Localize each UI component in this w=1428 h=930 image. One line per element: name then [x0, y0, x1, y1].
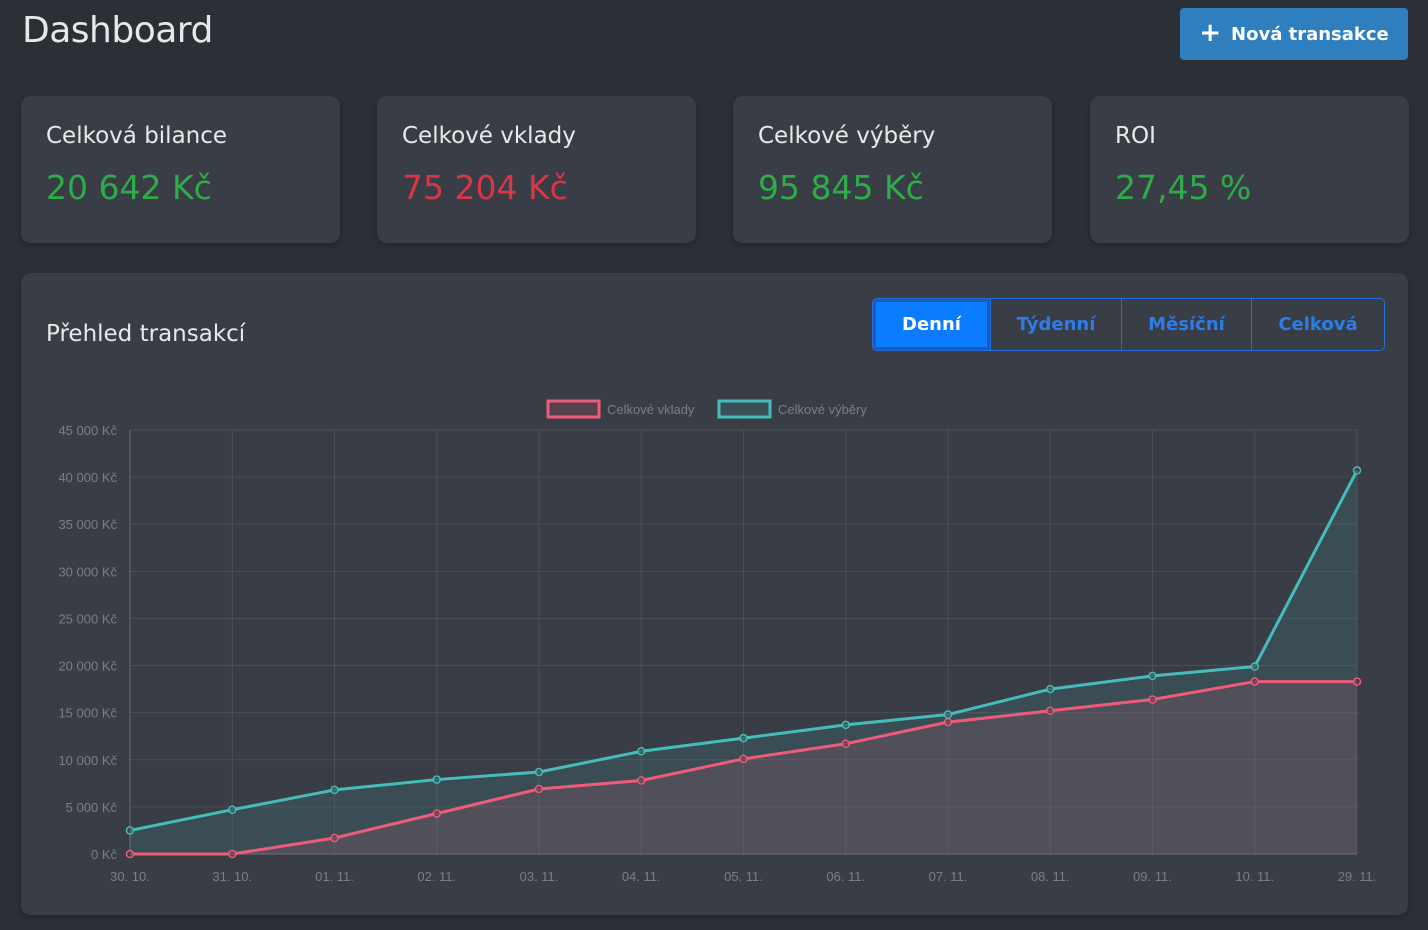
- data-point: [125, 849, 135, 859]
- x-tick-label: 07. 11.: [929, 869, 968, 884]
- legend-label: Celkové vklady: [607, 402, 695, 417]
- data-point: [841, 739, 850, 749]
- x-tick-label: 03. 11.: [520, 869, 559, 884]
- data-point: [534, 767, 544, 777]
- data-point: [534, 784, 544, 794]
- data-point: [1148, 695, 1157, 704]
- x-tick-label: 02. 11.: [417, 869, 456, 884]
- data-point: [637, 747, 646, 756]
- y-tick-label: 15 000 Kč: [58, 706, 117, 721]
- card-value: 75 204 Kč: [402, 168, 568, 207]
- plus-icon: +: [1199, 17, 1222, 48]
- page-title: Dashboard: [22, 10, 213, 51]
- x-tick-label: 29. 11.: [1338, 869, 1377, 884]
- summary-cards: Celková bilance 20 642 Kč Celkové vklady…: [21, 96, 1409, 243]
- x-tick-label: 08. 11.: [1031, 869, 1070, 884]
- x-tick-label: 01. 11.: [315, 869, 354, 884]
- y-tick-label: 40 000 Kč: [58, 470, 117, 485]
- data-point: [1250, 677, 1259, 686]
- new-transaction-button[interactable]: + Nová transakce: [1180, 8, 1408, 60]
- card-label: ROI: [1115, 123, 1156, 149]
- data-point: [330, 833, 339, 843]
- data-point: [432, 775, 441, 784]
- card-roi: ROI 27,45 %: [1090, 96, 1409, 243]
- card-total-deposits: Celkové vklady 75 204 Kč: [377, 96, 696, 243]
- y-tick-label: 30 000 Kč: [58, 564, 117, 579]
- data-point: [1250, 662, 1259, 671]
- data-point: [637, 776, 646, 785]
- data-point: [739, 754, 748, 764]
- card-value: 20 642 Kč: [46, 168, 212, 207]
- card-label: Celkové výběry: [758, 123, 936, 149]
- data-point: [739, 733, 748, 743]
- transactions-panel: Přehled transakcí Denní Týdenní Měsíční …: [21, 273, 1408, 915]
- y-tick-label: 10 000 Kč: [58, 753, 117, 768]
- card-total-balance: Celková bilance 20 642 Kč: [21, 96, 340, 243]
- data-point: [125, 826, 135, 835]
- y-tick-label: 35 000 Kč: [58, 517, 117, 532]
- y-tick-label: 45 000 Kč: [58, 423, 117, 438]
- x-tick-label: 09. 11.: [1133, 869, 1172, 884]
- y-tick-label: 25 000 Kč: [58, 611, 117, 626]
- y-tick-label: 0 Kč: [91, 847, 118, 862]
- x-tick-label: 30. 10.: [110, 869, 150, 884]
- card-value: 95 845 Kč: [758, 168, 924, 207]
- data-point: [228, 849, 237, 859]
- x-tick-label: 04. 11.: [622, 869, 661, 884]
- x-tick-label: 06. 11.: [826, 869, 865, 884]
- data-point: [1352, 677, 1362, 686]
- data-point: [943, 717, 953, 727]
- data-point: [1352, 466, 1362, 475]
- legend-label: Celkové výběry: [778, 402, 867, 417]
- transactions-line-chart: 0 Kč 5 000 Kč 10 000 Kč 15 000 Kč 20 000 Kč 2…: [58, 399, 1377, 884]
- card-label: Celková bilance: [46, 123, 228, 149]
- card-total-withdrawals: Celkové výběry 95 845 Kč: [733, 96, 1052, 243]
- card-label: Celkové vklady: [402, 123, 576, 149]
- new-transaction-label: Nová transakce: [1231, 23, 1389, 45]
- data-point: [943, 710, 953, 719]
- x-tick-label: 10. 11.: [1235, 869, 1274, 884]
- data-point: [1046, 706, 1055, 716]
- y-tick-label: 5 000 Kč: [66, 800, 118, 815]
- data-point: [330, 785, 339, 795]
- legend-swatch: [546, 399, 601, 419]
- x-tick-label: 05. 11.: [724, 869, 763, 884]
- data-point: [841, 720, 850, 730]
- legend-swatch: [717, 399, 772, 419]
- data-point: [432, 809, 441, 818]
- x-tick-label: 31. 10.: [212, 869, 252, 884]
- card-value: 27,45 %: [1115, 168, 1252, 207]
- data-point: [228, 805, 237, 814]
- y-tick-label: 20 000 Kč: [58, 659, 117, 674]
- data-point: [1148, 671, 1157, 681]
- data-point: [1046, 684, 1055, 694]
